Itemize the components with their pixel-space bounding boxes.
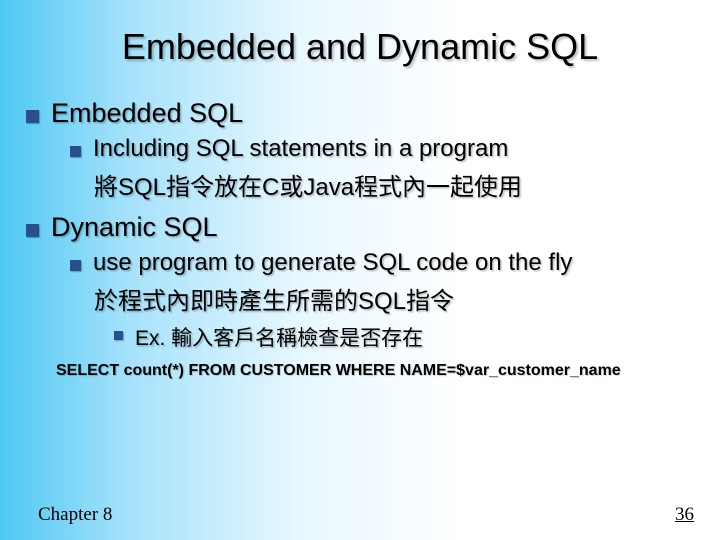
bullet-dynamic-example: Ex. 輸入客戶名稱檢查是否存在 <box>114 322 700 352</box>
bullet-dynamic-sub: use program to generate SQL code on the … <box>70 249 700 277</box>
bullet-embedded-sub: Including SQL statements in a program <box>70 135 700 163</box>
slide: Embedded and Dynamic SQL Embedded SQL In… <box>0 0 720 540</box>
bullet-text: Ex. 輸入客戶名稱檢查是否存在 <box>135 322 423 352</box>
sql-code: SELECT count(*) FROM CUSTOMER WHERE NAME… <box>56 362 700 380</box>
bullet-embedded-sql: Embedded SQL <box>26 98 700 129</box>
bullet-dynamic-sub-line2: 於程式內即時產生所需的SQL指令 <box>94 281 700 316</box>
bullet-text: Dynamic SQL <box>51 212 218 243</box>
bullet-embedded-sub-line2: 將SQL指令放在C或Java程式內一起使用 <box>94 167 700 202</box>
bullet-text: Including SQL statements in a program <box>93 135 508 163</box>
slide-title: Embedded and Dynamic SQL <box>0 0 720 68</box>
bullet-dynamic-sql: Dynamic SQL <box>26 212 700 243</box>
bullet-icon <box>114 331 123 340</box>
bullet-icon <box>26 110 39 123</box>
footer-page-number: 36 <box>675 504 694 526</box>
bullet-icon <box>70 146 81 157</box>
bullet-icon <box>26 224 39 237</box>
bullet-text: Embedded SQL <box>51 98 243 129</box>
bullet-text: use program to generate SQL code on the … <box>93 249 572 277</box>
slide-content: Embedded SQL Including SQL statements in… <box>0 68 720 380</box>
footer-chapter: Chapter 8 <box>38 504 112 526</box>
bullet-icon <box>70 260 81 271</box>
